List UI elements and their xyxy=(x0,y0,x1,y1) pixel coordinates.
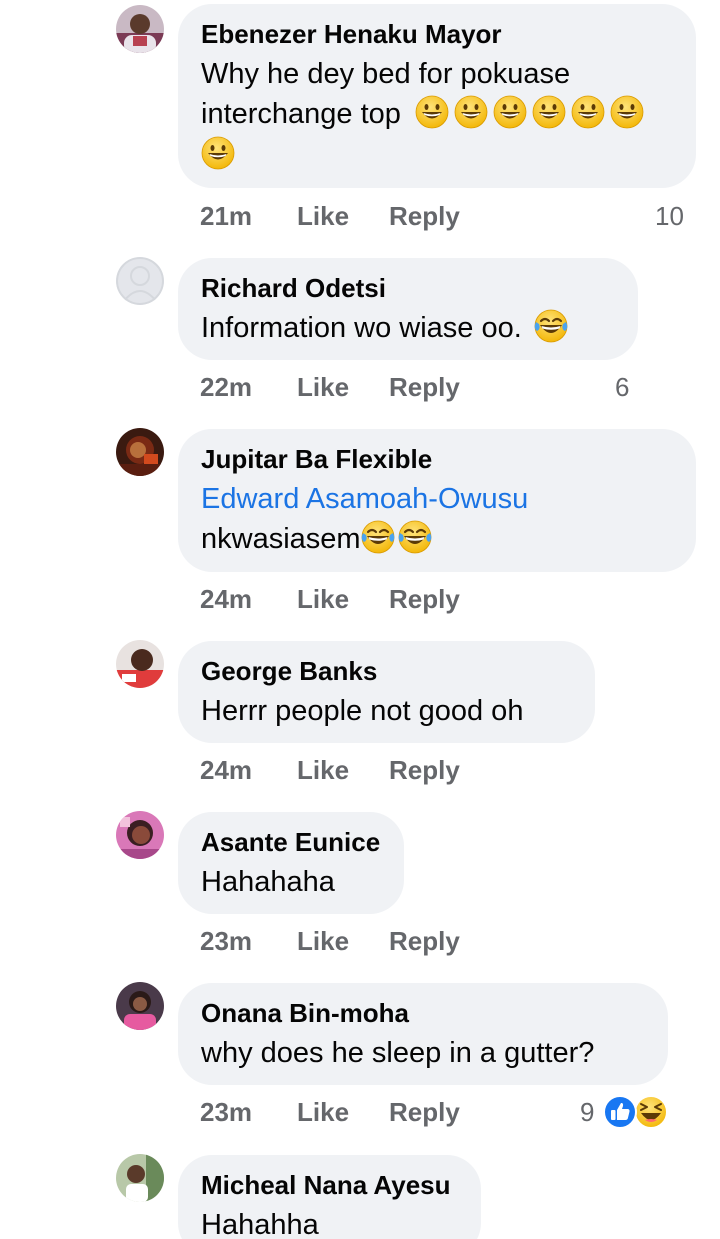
reply-button[interactable]: Reply xyxy=(389,582,460,616)
comment-time[interactable]: 23m xyxy=(200,1095,252,1129)
comment-text-line: Information wo wiase oo. xyxy=(201,312,522,344)
comment-time[interactable]: 21m xyxy=(200,199,252,233)
comment-text-line: Hahahha xyxy=(201,1209,319,1239)
comment-author[interactable]: Onana Bin-moha xyxy=(201,997,644,1029)
grinning-face-icon xyxy=(454,95,488,129)
comment-bubble: Micheal Nana Ayesu Hahahha xyxy=(178,1155,481,1239)
comment-author[interactable]: Asante Eunice xyxy=(201,826,380,858)
tears-of-joy-icon xyxy=(534,309,568,343)
avatar[interactable] xyxy=(116,811,164,859)
reply-button[interactable]: Reply xyxy=(389,924,460,958)
like-button[interactable]: Like xyxy=(297,753,349,787)
comment-thread: Ebenezer Henaku Mayor Why he dey bed for… xyxy=(0,0,720,1239)
comment-author[interactable]: Richard Odetsi xyxy=(201,272,614,304)
reaction-icons[interactable] xyxy=(603,1095,669,1129)
comment-text: why does he sleep in a gutter? xyxy=(201,1033,644,1073)
comment-bubble: Jupitar Ba Flexible Edward Asamoah-Owusu… xyxy=(178,429,696,572)
comment-author[interactable]: Ebenezer Henaku Mayor xyxy=(201,18,672,50)
comment-text-line: nkwasiasem xyxy=(201,523,361,555)
comment-time[interactable]: 24m xyxy=(200,753,252,787)
like-button[interactable]: Like xyxy=(297,1095,349,1129)
comment-text: Hahahaha xyxy=(201,862,380,902)
comment-bubble: Richard Odetsi Information wo wiase oo. xyxy=(178,258,638,360)
comment-actions: 23m Like Reply 9 xyxy=(200,1095,680,1129)
mention-link[interactable]: Edward Asamoah-Owusu xyxy=(201,479,672,519)
grinning-face-icon xyxy=(571,95,605,129)
comment-text-line: Herrr people not good oh xyxy=(201,695,524,727)
grinning-face-icon xyxy=(532,95,566,129)
comment-time[interactable]: 23m xyxy=(200,924,252,958)
comment-actions: 22m Like Reply 6 xyxy=(200,370,640,404)
avatar[interactable] xyxy=(116,428,164,476)
comment-text: Hahahha xyxy=(201,1205,457,1239)
grinning-face-icon xyxy=(201,136,235,170)
comment-text: Edward Asamoah-Owusu nkwasiasem xyxy=(201,479,672,559)
haha-reaction-icon xyxy=(634,1095,668,1129)
reply-button[interactable]: Reply xyxy=(389,370,460,404)
tears-of-joy-icon xyxy=(361,520,395,554)
avatar[interactable] xyxy=(116,640,164,688)
comment-actions: 23m Like Reply xyxy=(200,924,500,958)
comment-author[interactable]: Micheal Nana Ayesu xyxy=(201,1169,457,1201)
comment-bubble: Asante Eunice Hahahaha xyxy=(178,812,404,914)
comment-time[interactable]: 24m xyxy=(200,582,252,616)
avatar[interactable] xyxy=(116,982,164,1030)
avatar[interactable] xyxy=(116,257,164,305)
comment-author[interactable]: Jupitar Ba Flexible xyxy=(201,443,672,475)
reply-button[interactable]: Reply xyxy=(389,753,460,787)
comment-author[interactable]: George Banks xyxy=(201,655,571,687)
like-button[interactable]: Like xyxy=(297,370,349,404)
comment-text-line: interchange top xyxy=(201,98,401,130)
grinning-face-icon xyxy=(493,95,527,129)
comment-text: Why he dey bed for pokuase interchange t… xyxy=(201,54,672,175)
reaction-count[interactable]: 9 xyxy=(580,1095,594,1129)
reaction-count[interactable]: 6 xyxy=(615,370,629,404)
comment-bubble: George Banks Herrr people not good oh xyxy=(178,641,595,743)
grinning-face-icon xyxy=(415,95,449,129)
like-reaction-icon xyxy=(603,1095,637,1129)
comment-bubble: Onana Bin-moha why does he sleep in a gu… xyxy=(178,983,668,1085)
like-button[interactable]: Like xyxy=(297,199,349,233)
avatar[interactable] xyxy=(116,5,164,53)
comment-text-line: Hahahaha xyxy=(201,866,335,898)
comment-text-line: Why he dey bed for pokuase xyxy=(201,58,571,90)
reply-button[interactable]: Reply xyxy=(389,199,460,233)
comment-actions: 24m Like Reply xyxy=(200,582,500,616)
avatar[interactable] xyxy=(116,1154,164,1202)
like-button[interactable]: Like xyxy=(297,924,349,958)
like-button[interactable]: Like xyxy=(297,582,349,616)
grinning-face-icon xyxy=(610,95,644,129)
tears-of-joy-icon xyxy=(398,520,432,554)
comment-actions: 24m Like Reply xyxy=(200,753,500,787)
comment-bubble: Ebenezer Henaku Mayor Why he dey bed for… xyxy=(178,4,696,188)
comment-text-line: why does he sleep in a gutter? xyxy=(201,1037,595,1069)
reply-button[interactable]: Reply xyxy=(389,1095,460,1129)
comment-text: Information wo wiase oo. xyxy=(201,308,614,348)
comment-text: Herrr people not good oh xyxy=(201,691,571,731)
reaction-count[interactable]: 10 xyxy=(655,199,684,233)
comment-actions: 21m Like Reply 10 xyxy=(200,199,690,233)
comment-time[interactable]: 22m xyxy=(200,370,252,404)
